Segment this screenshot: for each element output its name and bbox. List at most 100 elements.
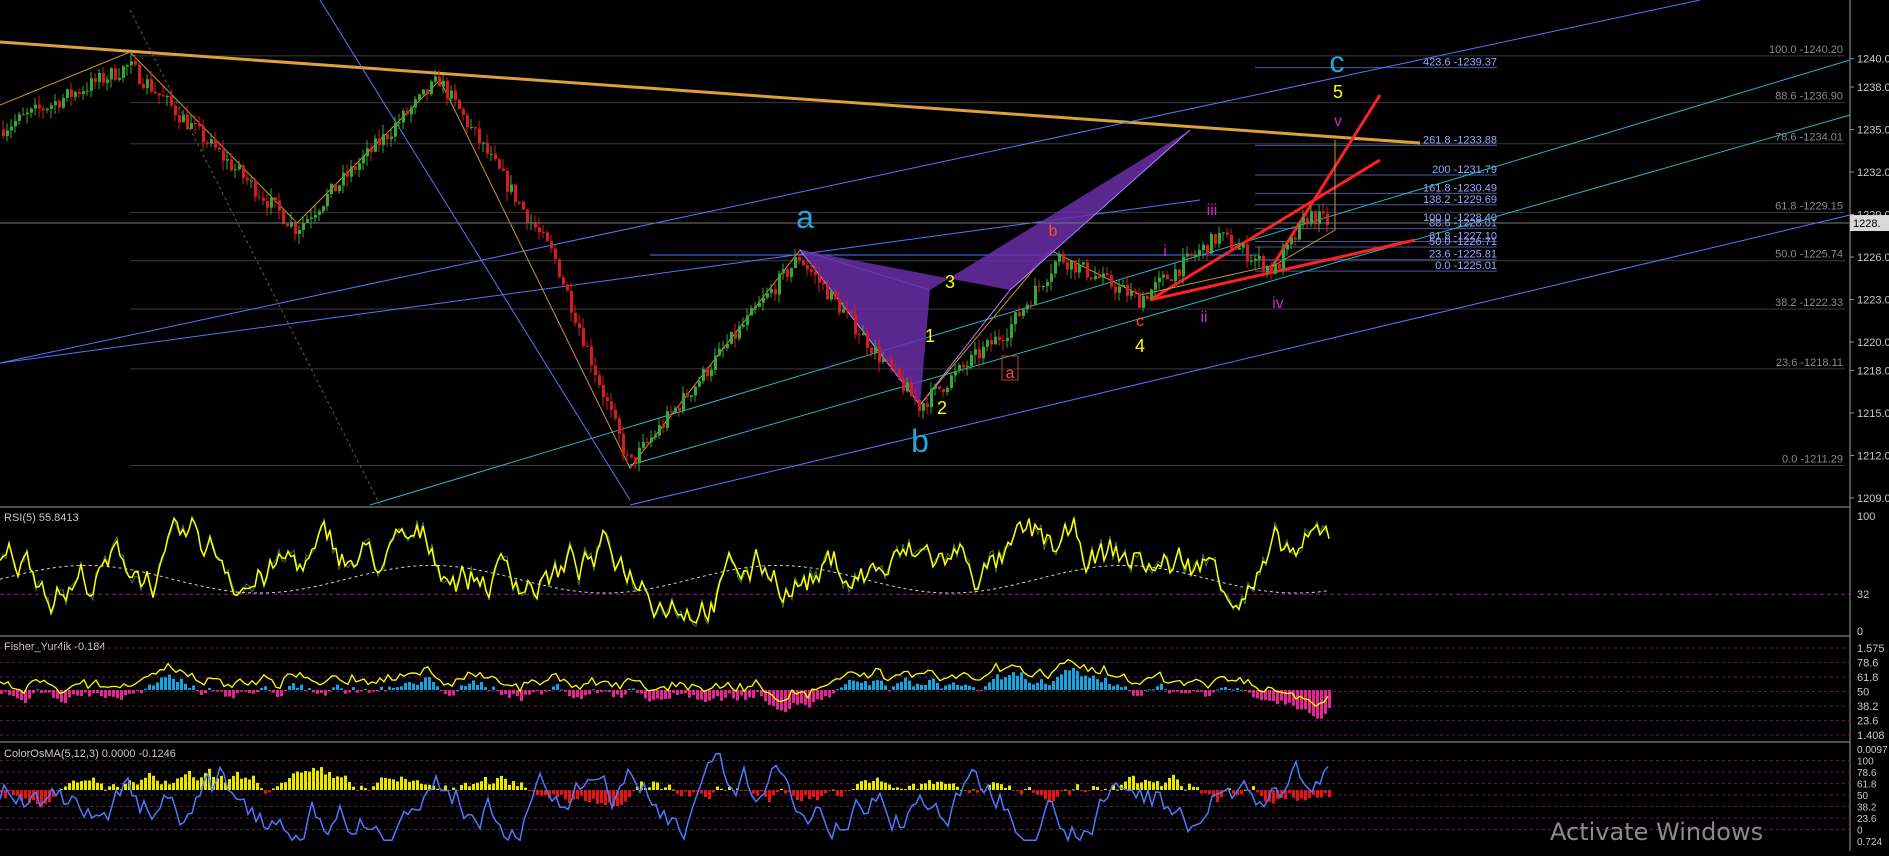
osma-histogram-bar — [596, 790, 599, 805]
candle-body — [542, 232, 545, 234]
osma-histogram-bar — [340, 777, 343, 790]
candle-body — [158, 93, 161, 96]
fisher-histogram-bar — [756, 690, 759, 692]
fisher-histogram-bar — [440, 690, 443, 691]
price-tick-label: 1218.0 — [1857, 365, 1889, 377]
osma-histogram-bar — [284, 782, 287, 790]
candle-body — [622, 433, 625, 455]
osma-histogram-bar — [652, 781, 655, 790]
fisher-histogram-bar — [88, 690, 91, 697]
candle-body — [926, 403, 929, 408]
fisher-histogram-bar — [528, 690, 531, 695]
osma-histogram-bar — [384, 777, 387, 790]
fisher-histogram-bar — [948, 684, 951, 690]
osma-histogram-bar — [936, 781, 939, 790]
fisher-histogram-bar — [964, 684, 967, 690]
candle-body — [518, 202, 521, 204]
osma-histogram-bar — [160, 784, 163, 790]
fisher-histogram-bar — [84, 690, 87, 693]
candle-body — [362, 156, 365, 164]
candle-body — [662, 425, 665, 428]
candle-body — [278, 200, 281, 211]
osma-histogram-bar — [352, 786, 355, 790]
candle-body — [10, 126, 13, 131]
candle-body — [1070, 260, 1073, 270]
osma-tick-label: 38.2 — [1857, 803, 1877, 814]
fisher-histogram-bar — [1068, 670, 1071, 690]
osma-histogram-bar — [196, 780, 199, 790]
osma-histogram-bar — [88, 780, 91, 790]
fisher-histogram-bar — [920, 684, 923, 690]
osma-histogram-bar — [156, 780, 159, 790]
osma-histogram-bar — [356, 790, 359, 791]
chart-canvas[interactable]: 100.0 -1240.2088.6 -1236.9078.6 -1234.01… — [0, 0, 1889, 851]
osma-histogram-bar — [1008, 785, 1011, 790]
candle-body — [666, 411, 669, 428]
trading-chart-window: 100.0 -1240.20 88.6 -1236.90 78.6 -1234.01… — [0, 0, 1889, 851]
candle-body — [1186, 253, 1189, 257]
candle-body — [642, 441, 645, 448]
fisher-histogram-bar — [784, 690, 787, 713]
osma-histogram-bar — [948, 783, 951, 790]
fib-ext-label: 200 -1231.79 — [1432, 164, 1497, 176]
osma-histogram-bar — [124, 783, 127, 790]
candle-body — [218, 147, 221, 150]
fisher-histogram-bar — [1016, 675, 1019, 690]
candle-body — [686, 392, 689, 397]
fisher-histogram-bar — [1096, 679, 1099, 690]
osma-histogram-bar — [1216, 790, 1219, 803]
fisher-histogram-bar — [1148, 689, 1151, 691]
osma-histogram-bar — [420, 783, 423, 790]
candle-body — [246, 177, 249, 181]
fisher-histogram-bar — [1328, 690, 1331, 708]
candle-body — [814, 271, 817, 275]
osma-histogram-bar — [376, 782, 379, 790]
fisher-histogram-bar — [68, 690, 71, 698]
fisher-histogram-bar — [348, 690, 351, 693]
osma-histogram-bar — [600, 790, 603, 804]
candle-body — [254, 180, 257, 197]
osma-histogram-bar — [508, 784, 511, 790]
fib-level-label: 61.8 -1229.15 — [1775, 200, 1843, 212]
candle-body — [1298, 223, 1301, 240]
candle-body — [206, 142, 209, 144]
candle-body — [1098, 275, 1101, 279]
fisher-histogram-bar — [1208, 690, 1211, 696]
fisher-histogram-bar — [1284, 690, 1287, 705]
candle-body — [1198, 250, 1201, 256]
candle-body — [646, 441, 649, 443]
fib-ext-label: 161.8 -1230.49 — [1423, 182, 1497, 194]
fisher-histogram-bar — [396, 687, 399, 690]
osma-histogram-bar — [236, 771, 239, 790]
osma-tick-label: 0.724 — [1857, 837, 1882, 848]
osma-histogram-bar — [848, 790, 851, 791]
fisher-histogram-bar — [164, 677, 167, 690]
fisher-histogram-bar — [1052, 681, 1055, 690]
fisher-histogram-bar — [264, 686, 267, 690]
fisher-histogram-bar — [124, 690, 127, 696]
osma-histogram-bar — [496, 778, 499, 790]
candle-body — [422, 89, 425, 95]
osma-histogram-bar — [944, 783, 947, 790]
fisher-histogram-bar — [452, 690, 455, 696]
fisher-histogram-bar — [876, 680, 879, 690]
osma-histogram-bar — [908, 785, 911, 790]
candle-body — [958, 365, 961, 371]
osma-histogram-bar — [280, 782, 283, 790]
fisher-histogram-bar — [420, 681, 423, 690]
fisher-histogram-bar — [324, 690, 327, 696]
fisher-histogram-bar — [908, 680, 911, 690]
fisher-histogram-bar — [404, 682, 407, 690]
candle-body — [582, 328, 585, 346]
fisher-histogram-bar — [636, 690, 639, 693]
candle-body — [826, 284, 829, 300]
fib-ext-label: 261.8 -1233.88 — [1423, 134, 1497, 146]
candle-body — [98, 73, 101, 83]
fib-level-label: 100.0 -1240.20 — [1769, 44, 1843, 56]
fisher-histogram-bar — [856, 681, 859, 690]
fisher-histogram-bar — [240, 690, 243, 692]
osma-histogram-bar — [416, 780, 419, 790]
wave-label: 2 — [937, 398, 947, 418]
osma-histogram-bar — [524, 787, 527, 790]
osma-histogram-bar — [716, 786, 719, 790]
